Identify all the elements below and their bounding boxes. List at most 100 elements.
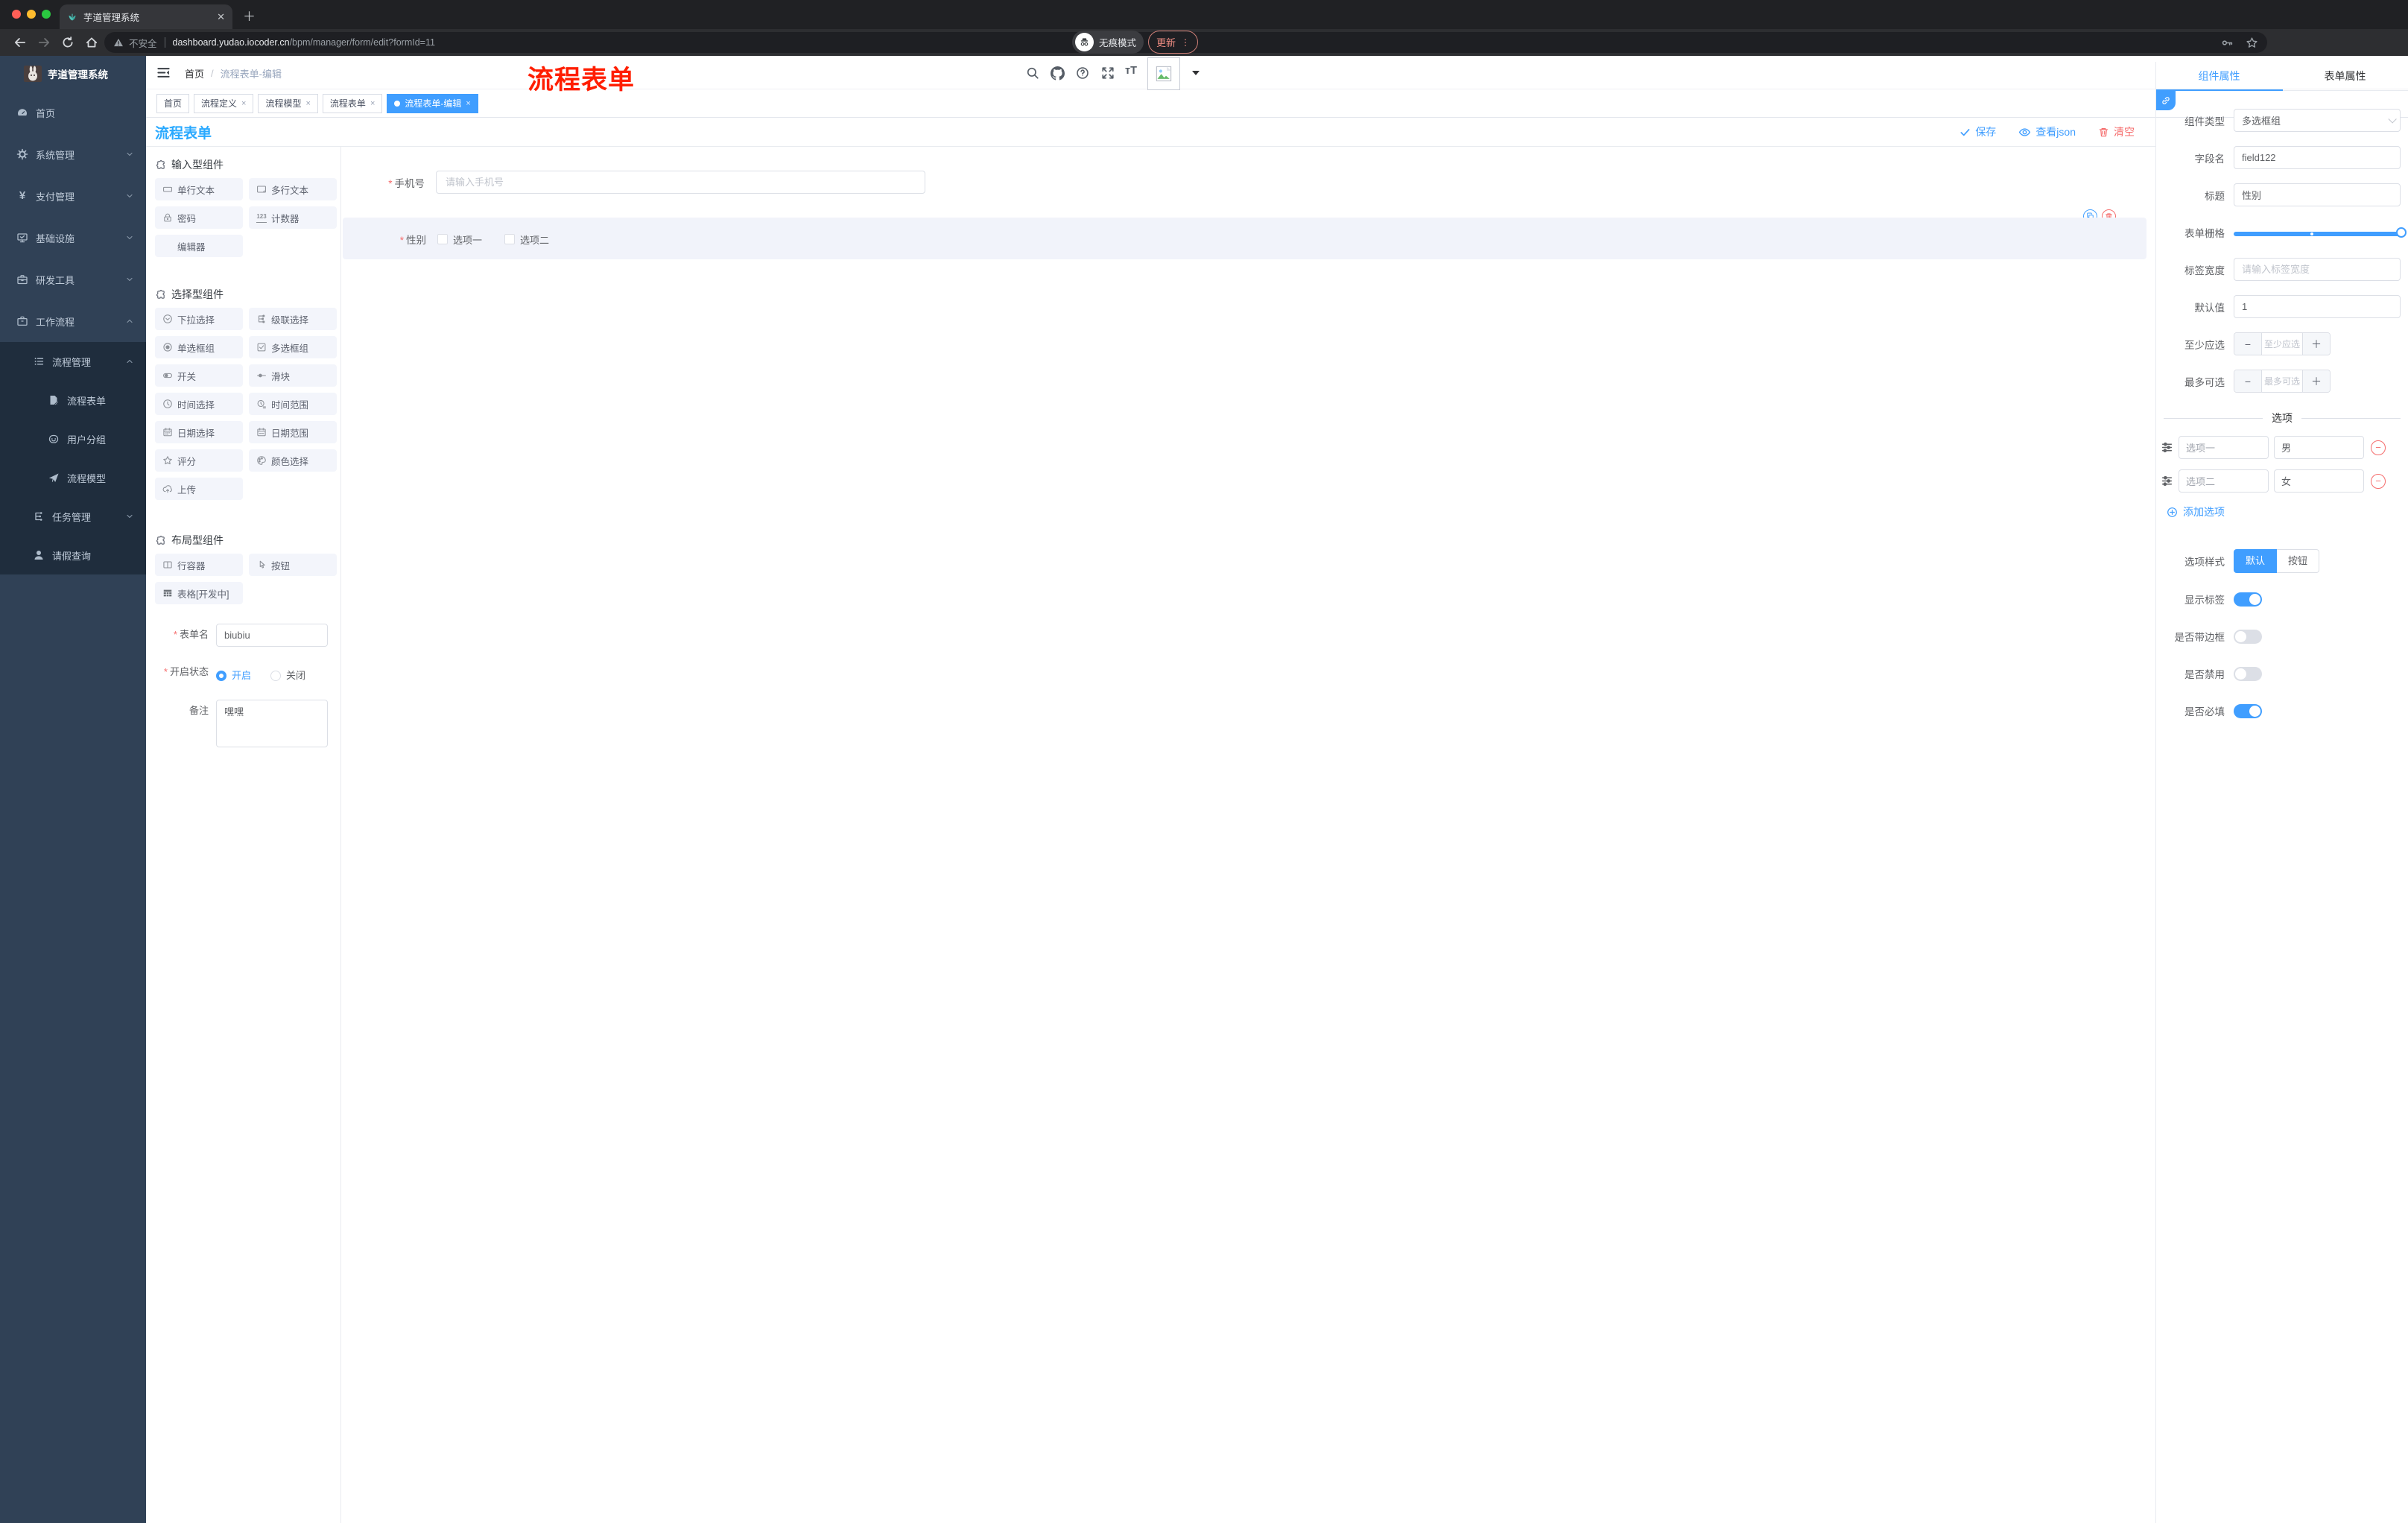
selected-field-panel[interactable]: * 性别 选项一 选项二 — [343, 218, 2146, 259]
component-counter[interactable]: 123 计数器 — [249, 206, 337, 229]
drag-handle-icon[interactable] — [2161, 441, 2173, 454]
avatar-dropdown-caret[interactable] — [1192, 71, 1200, 75]
option-label-input[interactable] — [2179, 469, 2269, 493]
fullscreen-icon[interactable] — [1101, 66, 1115, 80]
page-tab-process-form[interactable]: 流程表单 × — [322, 93, 383, 113]
tab-component-props[interactable]: 组件属性 — [2156, 62, 2282, 90]
github-icon[interactable] — [1051, 66, 1065, 80]
border-toggle[interactable] — [2234, 629, 2262, 644]
drag-handle-icon[interactable] — [2161, 475, 2173, 487]
label-width-input[interactable] — [2234, 258, 2401, 281]
page-tab-process-model[interactable]: 流程模型 × — [258, 93, 318, 113]
search-icon[interactable] — [1026, 66, 1039, 80]
sidebar-item-payment[interactable]: ¥ 支付管理 — [0, 175, 146, 217]
form-grid-slider[interactable] — [2234, 227, 2407, 238]
component-date-range[interactable]: 日期范围 — [249, 421, 337, 443]
form-name-input[interactable] — [216, 624, 328, 647]
component-radio-group[interactable]: 单选框组 — [155, 336, 243, 358]
browser-tab[interactable]: 芋道管理系统 ✕ — [60, 4, 232, 29]
component-time-range[interactable]: 时间范围 — [249, 393, 337, 415]
help-icon[interactable] — [1076, 66, 1089, 80]
component-checkbox-group[interactable]: 多选框组 — [249, 336, 337, 358]
max-select-value[interactable]: 最多可选 — [2261, 370, 2303, 392]
component-rate[interactable]: 评分 — [155, 449, 243, 472]
sidebar-item-process-form[interactable]: 流程表单 — [0, 381, 146, 419]
component-editor[interactable]: 编辑器 — [155, 235, 243, 257]
browser-update-button[interactable]: 更新 ⋮ — [1148, 31, 1198, 54]
view-json-button[interactable]: 查看json — [2018, 124, 2076, 139]
option-value-input[interactable] — [2274, 436, 2364, 459]
phone-field-input[interactable] — [436, 171, 925, 194]
decrease-button[interactable]: − — [2234, 370, 2261, 392]
default-value-input[interactable] — [2234, 295, 2401, 318]
decrease-button[interactable]: − — [2234, 333, 2261, 355]
sidebar-item-system[interactable]: 系统管理 — [0, 133, 146, 175]
increase-button[interactable]: ＋ — [2303, 370, 2330, 392]
page-tab-home[interactable]: 首页 — [156, 93, 190, 113]
page-tab-process-definition[interactable]: 流程定义 × — [194, 93, 254, 113]
sidebar-item-task-management[interactable]: 任务管理 — [0, 497, 146, 536]
reload-icon[interactable] — [61, 36, 75, 49]
gender-option2-checkbox[interactable]: 选项二 — [504, 232, 549, 247]
increase-button[interactable]: ＋ — [2303, 333, 2330, 355]
component-switch[interactable]: 开关 — [155, 364, 243, 387]
component-type-select[interactable] — [2234, 109, 2401, 132]
field-name-input[interactable] — [2234, 146, 2401, 169]
status-off-radio[interactable]: 关闭 — [270, 668, 305, 683]
tab-close-icon[interactable]: × — [466, 99, 470, 108]
window-controls[interactable] — [12, 10, 51, 19]
collapse-sidebar-icon[interactable] — [156, 66, 171, 80]
component-date-picker[interactable]: 日期选择 — [155, 421, 243, 443]
component-row-container[interactable]: 行容器 — [155, 554, 243, 576]
font-size-icon[interactable]: ᴛT — [1125, 65, 1137, 77]
component-dropdown-select[interactable]: 下拉选择 — [155, 308, 243, 330]
component-password[interactable]: 密码 — [155, 206, 243, 229]
sidebar-logo[interactable]: 芋道管理系统 — [0, 56, 146, 92]
tab-close-icon[interactable]: × — [370, 99, 375, 108]
save-button[interactable]: 保存 — [1959, 124, 1996, 139]
sidebar-item-devtools[interactable]: 研发工具 — [0, 259, 146, 300]
option-value-input[interactable] — [2274, 469, 2364, 493]
back-icon[interactable] — [13, 36, 27, 49]
slider-handle[interactable] — [2396, 227, 2407, 238]
component-single-line-text[interactable]: 单行文本 — [155, 178, 243, 200]
tab-close-icon[interactable]: × — [241, 99, 246, 108]
form-remark-textarea[interactable]: 嘿嘿 — [216, 700, 328, 747]
remove-option-button[interactable]: − — [2371, 440, 2386, 455]
tab-close-icon[interactable]: ✕ — [217, 11, 225, 23]
sidebar-item-infrastructure[interactable]: 基础设施 — [0, 217, 146, 259]
status-on-radio[interactable]: 开启 — [216, 668, 251, 683]
style-button-button[interactable]: 按钮 — [2277, 549, 2320, 573]
remove-option-button[interactable]: − — [2371, 473, 2386, 489]
avatar[interactable] — [1147, 57, 1180, 90]
component-slider[interactable]: 滑块 — [249, 364, 337, 387]
style-default-button[interactable]: 默认 — [2234, 549, 2278, 573]
new-tab-button[interactable]: ＋ — [243, 6, 256, 25]
component-time-picker[interactable]: 时间选择 — [155, 393, 243, 415]
add-option-button[interactable]: 添加选项 — [2167, 504, 2408, 519]
component-upload[interactable]: 上传 — [155, 478, 243, 500]
title-input[interactable] — [2234, 183, 2401, 206]
home-icon[interactable] — [85, 36, 98, 49]
clear-button[interactable]: 清空 — [2098, 124, 2135, 139]
gender-option1-checkbox[interactable]: 选项一 — [437, 232, 482, 247]
option-label-input[interactable] — [2179, 436, 2269, 459]
bookmark-star-icon[interactable] — [2246, 37, 2258, 49]
phone-field-row[interactable]: * 手机号 — [341, 171, 2155, 194]
required-toggle[interactable] — [2234, 703, 2262, 718]
min-select-value[interactable]: 至少应选 — [2261, 333, 2303, 355]
component-multi-line-text[interactable]: 多行文本 — [249, 178, 337, 200]
sidebar-item-leave-query[interactable]: 请假查询 — [0, 536, 146, 574]
password-key-icon[interactable] — [2221, 37, 2234, 49]
component-button[interactable]: 按钮 — [249, 554, 337, 576]
component-cascade-select[interactable]: 级联选择 — [249, 308, 337, 330]
close-window-button[interactable] — [12, 10, 21, 19]
component-color-picker[interactable]: 颜色选择 — [249, 449, 337, 472]
component-table[interactable]: 表格[开发中] — [155, 582, 243, 604]
sidebar-item-user-group[interactable]: 用户分组 — [0, 419, 146, 458]
sidebar-item-process-model[interactable]: 流程模型 — [0, 458, 146, 497]
browser-menu-icon[interactable]: ⋮ — [1181, 37, 1190, 48]
tab-form-props[interactable]: 表单属性 — [2282, 62, 2408, 90]
disabled-toggle[interactable] — [2234, 666, 2262, 681]
tab-close-icon[interactable]: × — [305, 99, 310, 108]
